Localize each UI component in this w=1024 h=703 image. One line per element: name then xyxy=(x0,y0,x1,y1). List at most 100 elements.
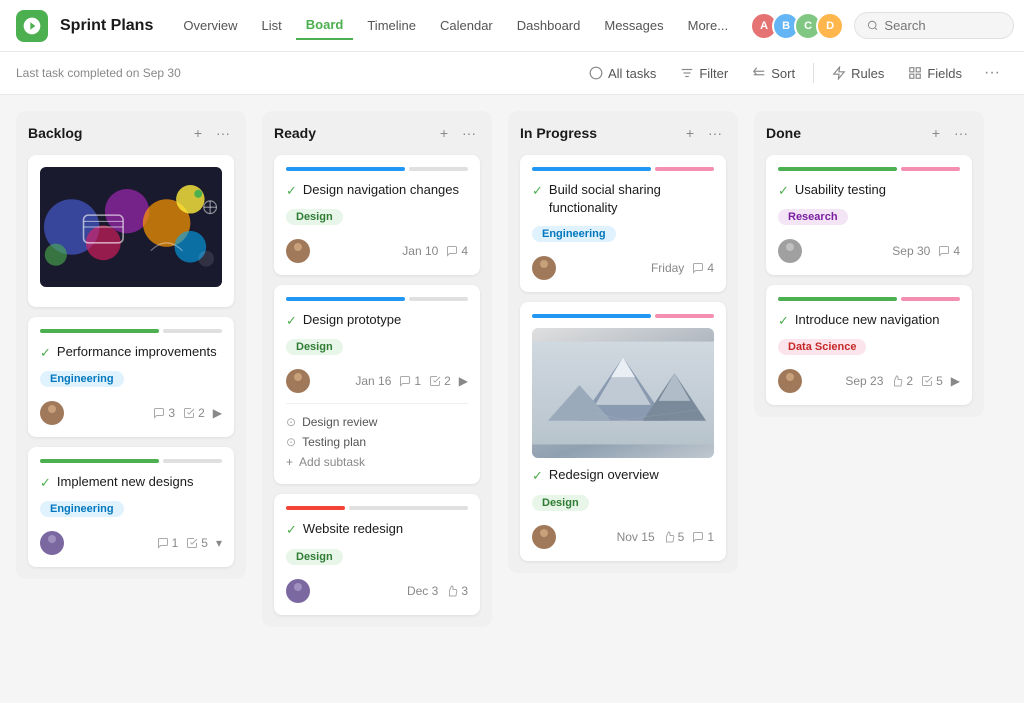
filter-button[interactable]: Filter xyxy=(670,61,738,86)
nav-messages[interactable]: Messages xyxy=(594,12,673,39)
card-title-impl: ✓ Implement new designs xyxy=(40,473,222,492)
app-title: Sprint Plans xyxy=(60,17,153,35)
card-design-nav[interactable]: ✓ Design navigation changes Design Jan 1… xyxy=(274,155,480,275)
toolbar-status: Last task completed on Sep 30 xyxy=(16,66,181,80)
card-usability[interactable]: ✓ Usability testing Research Sep 30 4 xyxy=(766,155,972,275)
search-input[interactable] xyxy=(884,18,1001,33)
date-redesign: Nov 15 xyxy=(617,530,655,544)
nav-list[interactable]: List xyxy=(252,12,292,39)
subtasks-impl: 5 xyxy=(186,536,208,550)
color-bar-social xyxy=(532,167,714,171)
card-footer-impl: 1 5 ▾ xyxy=(40,531,222,555)
check-icon: ✓ xyxy=(778,312,789,330)
bar-seg-1 xyxy=(40,459,159,463)
card-implement[interactable]: ✓ Implement new designs Engineering 1 5 xyxy=(28,447,234,567)
tag-proto: Design xyxy=(286,339,343,355)
subtask-check-1: ⊙ xyxy=(286,415,296,429)
bar-seg-2 xyxy=(163,329,222,333)
nav-dashboard[interactable]: Dashboard xyxy=(507,12,591,39)
add-card-done[interactable]: + xyxy=(928,123,944,143)
more-ready[interactable]: ··· xyxy=(458,123,480,143)
app-logo xyxy=(16,10,48,42)
comments-redesign: 1 xyxy=(692,530,714,544)
more-ip[interactable]: ··· xyxy=(704,123,726,143)
card-meta-impl: 1 5 ▾ xyxy=(157,536,222,550)
mountain-image xyxy=(532,328,714,458)
column-in-progress: In Progress + ··· ✓ Build social sharing… xyxy=(508,111,738,573)
card-avatar-website xyxy=(286,579,310,603)
arrow-proto: ▶ xyxy=(459,374,468,388)
card-redesign-overview[interactable]: ✓ Redesign overview Design Nov 15 5 1 xyxy=(520,302,726,560)
add-card-backlog[interactable]: + xyxy=(190,123,206,143)
likes-new-nav: 2 xyxy=(891,374,913,388)
toolbar-divider xyxy=(813,63,814,83)
card-avatar-usability xyxy=(778,239,802,263)
rules-button[interactable]: Rules xyxy=(822,61,894,86)
check-icon: ✓ xyxy=(532,467,543,485)
tag-social: Engineering xyxy=(532,226,616,242)
card-social-sharing[interactable]: ✓ Build social sharing functionality Eng… xyxy=(520,155,726,292)
date-proto: Jan 16 xyxy=(355,374,391,388)
add-icon: + xyxy=(286,455,293,469)
color-bar-new-nav xyxy=(778,297,960,301)
column-title-done: Done xyxy=(766,125,801,141)
column-header-backlog: Backlog + ··· xyxy=(28,123,234,143)
card-website-redesign[interactable]: ✓ Website redesign Design Dec 3 3 xyxy=(274,494,480,614)
more-backlog[interactable]: ··· xyxy=(212,123,234,143)
filter-icon xyxy=(680,66,694,80)
color-bar-usability xyxy=(778,167,960,171)
tag-design-nav: Design xyxy=(286,209,343,225)
comments-perf: 3 xyxy=(153,406,175,420)
search-box[interactable] xyxy=(854,12,1014,39)
add-subtask-btn[interactable]: + Add subtask xyxy=(286,452,468,472)
date-usability: Sep 30 xyxy=(892,244,930,258)
all-tasks-icon xyxy=(589,66,603,80)
column-header-done: Done + ··· xyxy=(766,123,972,143)
nav-board[interactable]: Board xyxy=(296,11,354,40)
rules-icon xyxy=(832,66,846,80)
card-footer-design-nav: Jan 10 4 xyxy=(286,239,468,263)
card-prototype[interactable]: ✓ Design prototype Design Jan 16 1 2 xyxy=(274,285,480,484)
card-performance[interactable]: ✓ Performance improvements Engineering 3… xyxy=(28,317,234,437)
toolbar-more[interactable]: ··· xyxy=(976,60,1008,86)
bar-seg-1 xyxy=(40,329,159,333)
card-meta-perf: 3 2 ▶ xyxy=(153,406,222,420)
card-title-design-nav: ✓ Design navigation changes xyxy=(286,181,468,200)
color-bar-redesign xyxy=(532,314,714,318)
card-meta-website: Dec 3 3 xyxy=(407,584,468,598)
column-ready: Ready + ··· ✓ Design navigation changes … xyxy=(262,111,492,627)
app-header: Sprint Plans Overview List Board Timelin… xyxy=(0,0,1024,52)
card-new-nav[interactable]: ✓ Introduce new navigation Data Science … xyxy=(766,285,972,405)
color-bar-website xyxy=(286,506,468,510)
add-card-ip[interactable]: + xyxy=(682,123,698,143)
card-colorful-image[interactable] xyxy=(28,155,234,307)
nav-calendar[interactable]: Calendar xyxy=(430,12,503,39)
arrow-new-nav: ▶ xyxy=(951,374,960,388)
sort-button[interactable]: Sort xyxy=(742,61,805,86)
column-title-ip: In Progress xyxy=(520,125,597,141)
tag-redesign: Design xyxy=(532,495,589,511)
fields-button[interactable]: Fields xyxy=(898,61,972,86)
sort-icon xyxy=(752,66,766,80)
date-new-nav: Sep 23 xyxy=(845,374,883,388)
column-title-ready: Ready xyxy=(274,125,316,141)
add-card-ready[interactable]: + xyxy=(436,123,452,143)
tag-usability: Research xyxy=(778,209,848,225)
column-actions-done: + ··· xyxy=(928,123,972,143)
card-meta-redesign: Nov 15 5 1 xyxy=(617,530,714,544)
card-title-new-nav: ✓ Introduce new navigation xyxy=(778,311,960,330)
more-done[interactable]: ··· xyxy=(950,123,972,143)
nav-overview[interactable]: Overview xyxy=(173,12,247,39)
tag-engineering-impl: Engineering xyxy=(40,501,124,517)
search-icon xyxy=(867,19,878,32)
card-title-proto: ✓ Design prototype xyxy=(286,311,468,330)
card-footer-perf: 3 2 ▶ xyxy=(40,401,222,425)
nav-timeline[interactable]: Timeline xyxy=(357,12,426,39)
nav-more[interactable]: More... xyxy=(678,12,738,39)
card-title-website: ✓ Website redesign xyxy=(286,520,468,539)
color-bar-proto xyxy=(286,297,468,301)
card-avatar-proto xyxy=(286,369,310,393)
colorful-image xyxy=(40,167,222,287)
card-title-social: ✓ Build social sharing functionality xyxy=(532,181,714,217)
all-tasks-button[interactable]: All tasks xyxy=(579,61,666,86)
